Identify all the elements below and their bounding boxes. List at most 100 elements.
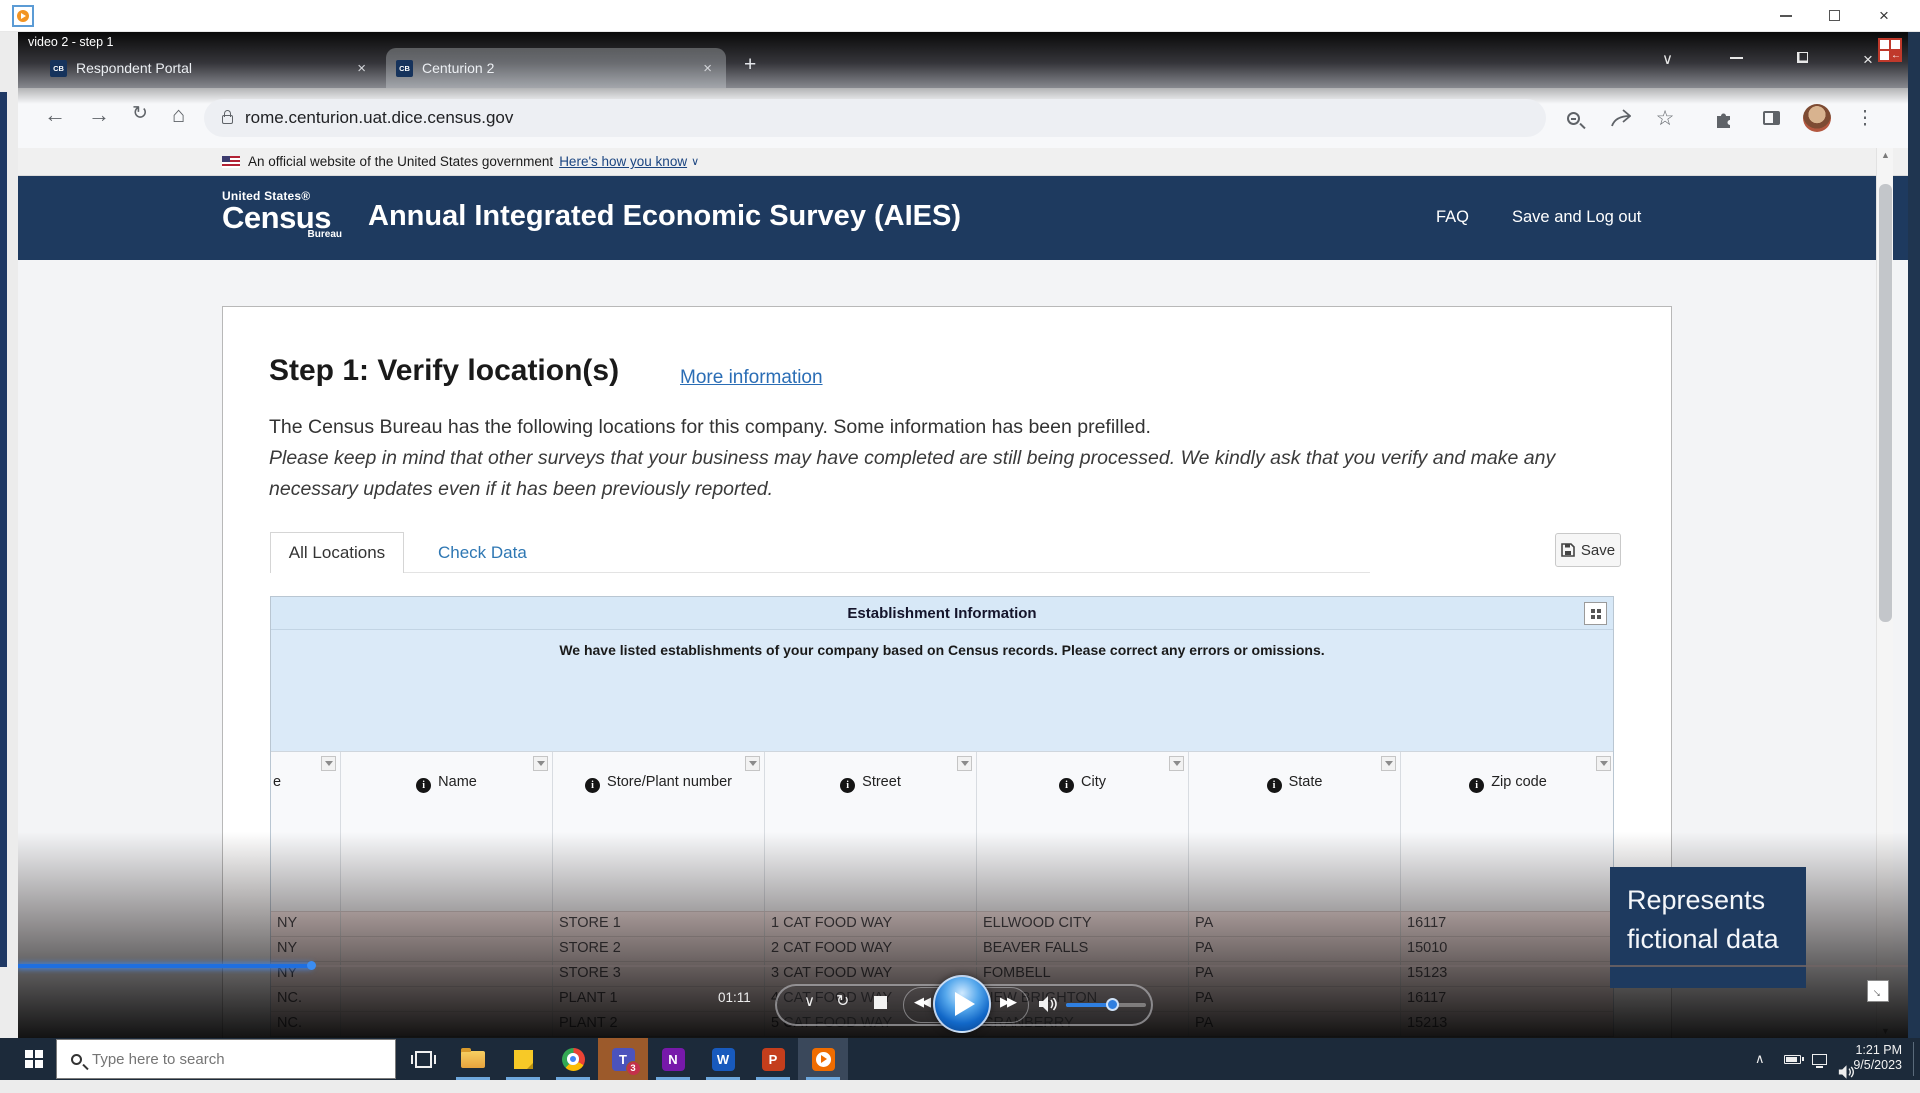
browser-menu-chevron-icon[interactable]: ∨ — [1662, 50, 1673, 68]
rewind-button[interactable]: ◀◀ — [914, 994, 928, 1010]
nav-save-logout[interactable]: Save and Log out — [1512, 208, 1641, 227]
start-button[interactable] — [12, 1038, 56, 1080]
grid-expand-icon[interactable] — [1584, 602, 1607, 625]
taskbar-media-player-icon[interactable] — [798, 1038, 848, 1080]
fast-forward-button[interactable]: ▶▶ — [1000, 994, 1014, 1010]
grid-title-band: Establishment Information — [271, 597, 1613, 630]
side-panel-icon[interactable] — [1754, 101, 1788, 135]
census-favicon: CB — [396, 60, 413, 77]
windows-taskbar: T3 N W P ∧ 1:21 PM 9/5/2023 — [0, 1038, 1920, 1080]
banner-caret-icon: ∨ — [691, 155, 699, 168]
share-icon[interactable] — [1604, 101, 1638, 135]
back-icon[interactable]: ← — [44, 102, 66, 128]
info-icon[interactable]: i — [1059, 778, 1074, 793]
network-icon[interactable] — [1812, 1038, 1827, 1080]
browser-tab-respondent-portal[interactable]: CB Respondent Portal × — [40, 48, 380, 88]
home-icon[interactable]: ⌂ — [172, 102, 185, 128]
filter-icon[interactable] — [1381, 756, 1396, 771]
bookmark-star-icon[interactable]: ☆ — [1648, 101, 1682, 135]
desktop-edge-left — [0, 92, 7, 967]
tab-label: Respondent Portal — [76, 60, 353, 76]
more-information-link[interactable]: More information — [680, 367, 823, 389]
play-button[interactable] — [933, 975, 991, 1033]
taskbar-onenote-icon[interactable]: N — [648, 1038, 698, 1080]
tray-chevron-icon[interactable]: ∧ — [1755, 1038, 1765, 1080]
clock-date: 9/5/2023 — [1853, 1058, 1902, 1073]
browser-tab-centurion[interactable]: CB Centurion 2 × — [386, 48, 726, 88]
zoom-out-icon[interactable] — [1556, 101, 1590, 135]
tabs-underline — [270, 532, 1370, 573]
nav-faq[interactable]: FAQ — [1436, 208, 1469, 227]
scroll-up-icon[interactable]: ▲ — [1877, 150, 1894, 160]
us-flag-icon — [222, 156, 240, 168]
taskbar-sticky-notes-icon[interactable] — [498, 1038, 548, 1080]
taskbar-powerpoint-icon[interactable]: P — [748, 1038, 798, 1080]
desktop-edge-right — [1908, 32, 1920, 1038]
show-desktop-button[interactable] — [1913, 1042, 1920, 1076]
new-tab-button[interactable]: + — [744, 54, 756, 75]
taskbar-search[interactable] — [56, 1039, 396, 1079]
info-icon[interactable]: i — [585, 778, 600, 793]
reload-icon[interactable]: ↻ — [132, 102, 148, 125]
stop-button[interactable] — [874, 996, 887, 1009]
filter-icon[interactable] — [1596, 756, 1611, 771]
extensions-puzzle-icon[interactable] — [1706, 101, 1740, 135]
seekbar-progress[interactable] — [18, 964, 311, 968]
save-button[interactable]: Save — [1555, 533, 1621, 567]
site-header: United States® Census Bureau Annual Inte… — [18, 176, 1908, 260]
grid-title: Establishment Information — [847, 605, 1036, 622]
filter-icon[interactable] — [533, 756, 548, 771]
tab-close-icon[interactable]: × — [353, 60, 370, 77]
fictional-data-note: Represents fictional data — [1610, 867, 1806, 988]
fictional-note-line2: fictional data — [1627, 920, 1806, 959]
taskbar-teams-icon[interactable]: T3 — [598, 1038, 648, 1080]
forward-icon[interactable]: → — [88, 102, 110, 128]
filter-icon[interactable] — [1169, 756, 1184, 771]
window-minimize-button[interactable] — [1764, 0, 1808, 31]
search-icon — [71, 1054, 82, 1065]
profile-avatar[interactable] — [1800, 101, 1834, 135]
filter-icon[interactable] — [745, 756, 760, 771]
video-caption: video 2 - step 1 — [28, 35, 113, 49]
browser-restore-button[interactable] — [1797, 50, 1808, 63]
snap-corner-icon[interactable]: → — [1867, 980, 1889, 1002]
search-input[interactable] — [92, 1051, 342, 1068]
info-icon[interactable]: i — [1267, 778, 1282, 793]
taskbar-clock[interactable]: 1:21 PM 9/5/2023 — [1853, 1043, 1902, 1073]
tab-close-icon[interactable]: × — [699, 60, 716, 77]
browser-menu-kebab-icon[interactable]: ⋮ — [1848, 101, 1882, 135]
browser-close-button[interactable]: × — [1863, 50, 1873, 70]
tab-check-data[interactable]: Check Data — [438, 532, 527, 573]
browser-minimize-button[interactable] — [1730, 50, 1743, 59]
taskbar-file-explorer-icon[interactable] — [448, 1038, 498, 1080]
window-close-button[interactable]: × — [1862, 0, 1906, 31]
intro-text: The Census Bureau has the following loca… — [269, 412, 1589, 443]
media-app-icon — [12, 5, 34, 27]
volume-icon[interactable] — [1038, 995, 1058, 1013]
tab-label: Centurion 2 — [422, 60, 699, 76]
scrollbar-thumb[interactable] — [1879, 184, 1892, 622]
taskbar-chrome-icon[interactable] — [548, 1038, 598, 1080]
save-floppy-icon — [1561, 543, 1575, 557]
window-maximize-button[interactable] — [1812, 0, 1856, 31]
banner-link[interactable]: Here's how you know — [559, 154, 687, 169]
info-icon[interactable]: i — [840, 778, 855, 793]
bookmark-icon[interactable]: ∨ — [804, 992, 815, 1010]
tab-all-locations[interactable]: All Locations — [270, 532, 404, 573]
battery-icon[interactable] — [1784, 1038, 1801, 1080]
taskbar-word-icon[interactable]: W — [698, 1038, 748, 1080]
page-title: Step 1: Verify location(s) — [269, 354, 619, 388]
address-bar[interactable]: rome.centurion.uat.dice.census.gov — [204, 99, 1546, 137]
note-text: Please keep in mind that other surveys t… — [269, 443, 1589, 505]
seekbar-handle[interactable] — [307, 961, 316, 970]
info-icon[interactable]: i — [416, 778, 431, 793]
task-view-button[interactable] — [400, 1038, 446, 1080]
info-icon[interactable]: i — [1469, 778, 1484, 793]
filter-icon[interactable] — [957, 756, 972, 771]
app-titlebar: × — [0, 0, 1920, 32]
filter-icon[interactable] — [321, 756, 336, 771]
fictional-note-line1: Represents — [1627, 881, 1806, 920]
repeat-icon[interactable]: ↻ — [836, 991, 849, 1011]
video-frame[interactable]: video 2 - step 1 CB Respondent Portal × … — [18, 32, 1908, 1038]
save-button-label: Save — [1581, 542, 1615, 559]
